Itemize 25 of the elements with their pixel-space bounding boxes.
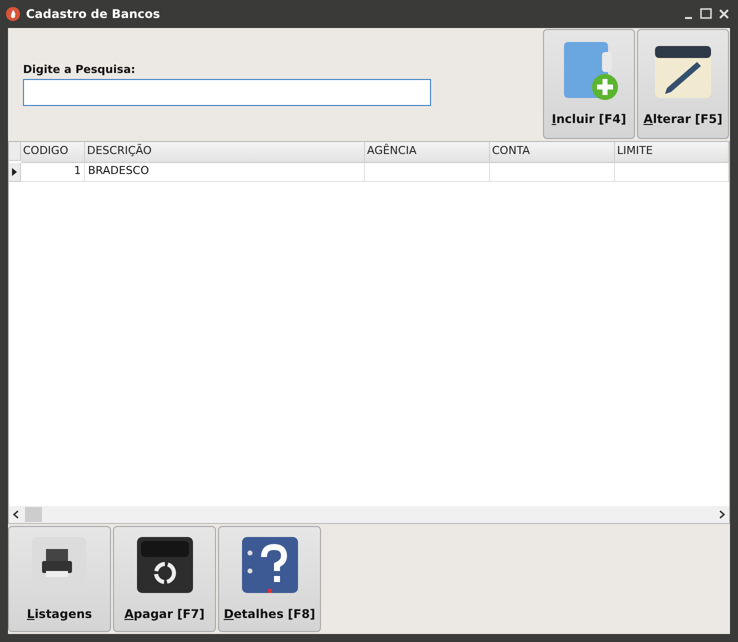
- maximize-icon[interactable]: [700, 8, 712, 20]
- table-cell: BRADESCO: [85, 163, 365, 182]
- window-title: Cadastro de Bancos: [26, 7, 162, 21]
- delete-button[interactable]: Apagar [F7]: [113, 526, 216, 632]
- column-header[interactable]: LIMITE: [615, 142, 729, 163]
- recycle-bin-icon: [134, 535, 194, 595]
- table-cell: 1: [21, 163, 85, 182]
- print-button[interactable]: Listagens: [8, 526, 111, 632]
- column-header[interactable]: AGÊNCIA: [365, 142, 490, 163]
- search-label: Digite a Pesquisa:: [23, 63, 136, 76]
- column-header[interactable]: CODIGO: [21, 142, 85, 163]
- column-header[interactable]: DESCRIÇÃO: [85, 142, 365, 163]
- horizontal-scrollbar[interactable]: [9, 506, 729, 523]
- flame-icon: [6, 7, 20, 21]
- column-header[interactable]: CONTA: [490, 142, 615, 163]
- add-button[interactable]: Incluir [F4]: [543, 29, 635, 139]
- help-button[interactable]: Detalhes [F8]: [218, 526, 321, 632]
- edit-button[interactable]: Alterar [F5]: [637, 29, 729, 139]
- search-field[interactable]: [23, 79, 431, 106]
- help-book-icon: [240, 535, 300, 595]
- close-icon[interactable]: [718, 8, 730, 20]
- scroll-right-icon[interactable]: [719, 510, 725, 519]
- scroll-left-icon[interactable]: [13, 510, 19, 519]
- scroll-thumb[interactable]: [25, 507, 42, 522]
- row-pointer-icon: [12, 168, 17, 176]
